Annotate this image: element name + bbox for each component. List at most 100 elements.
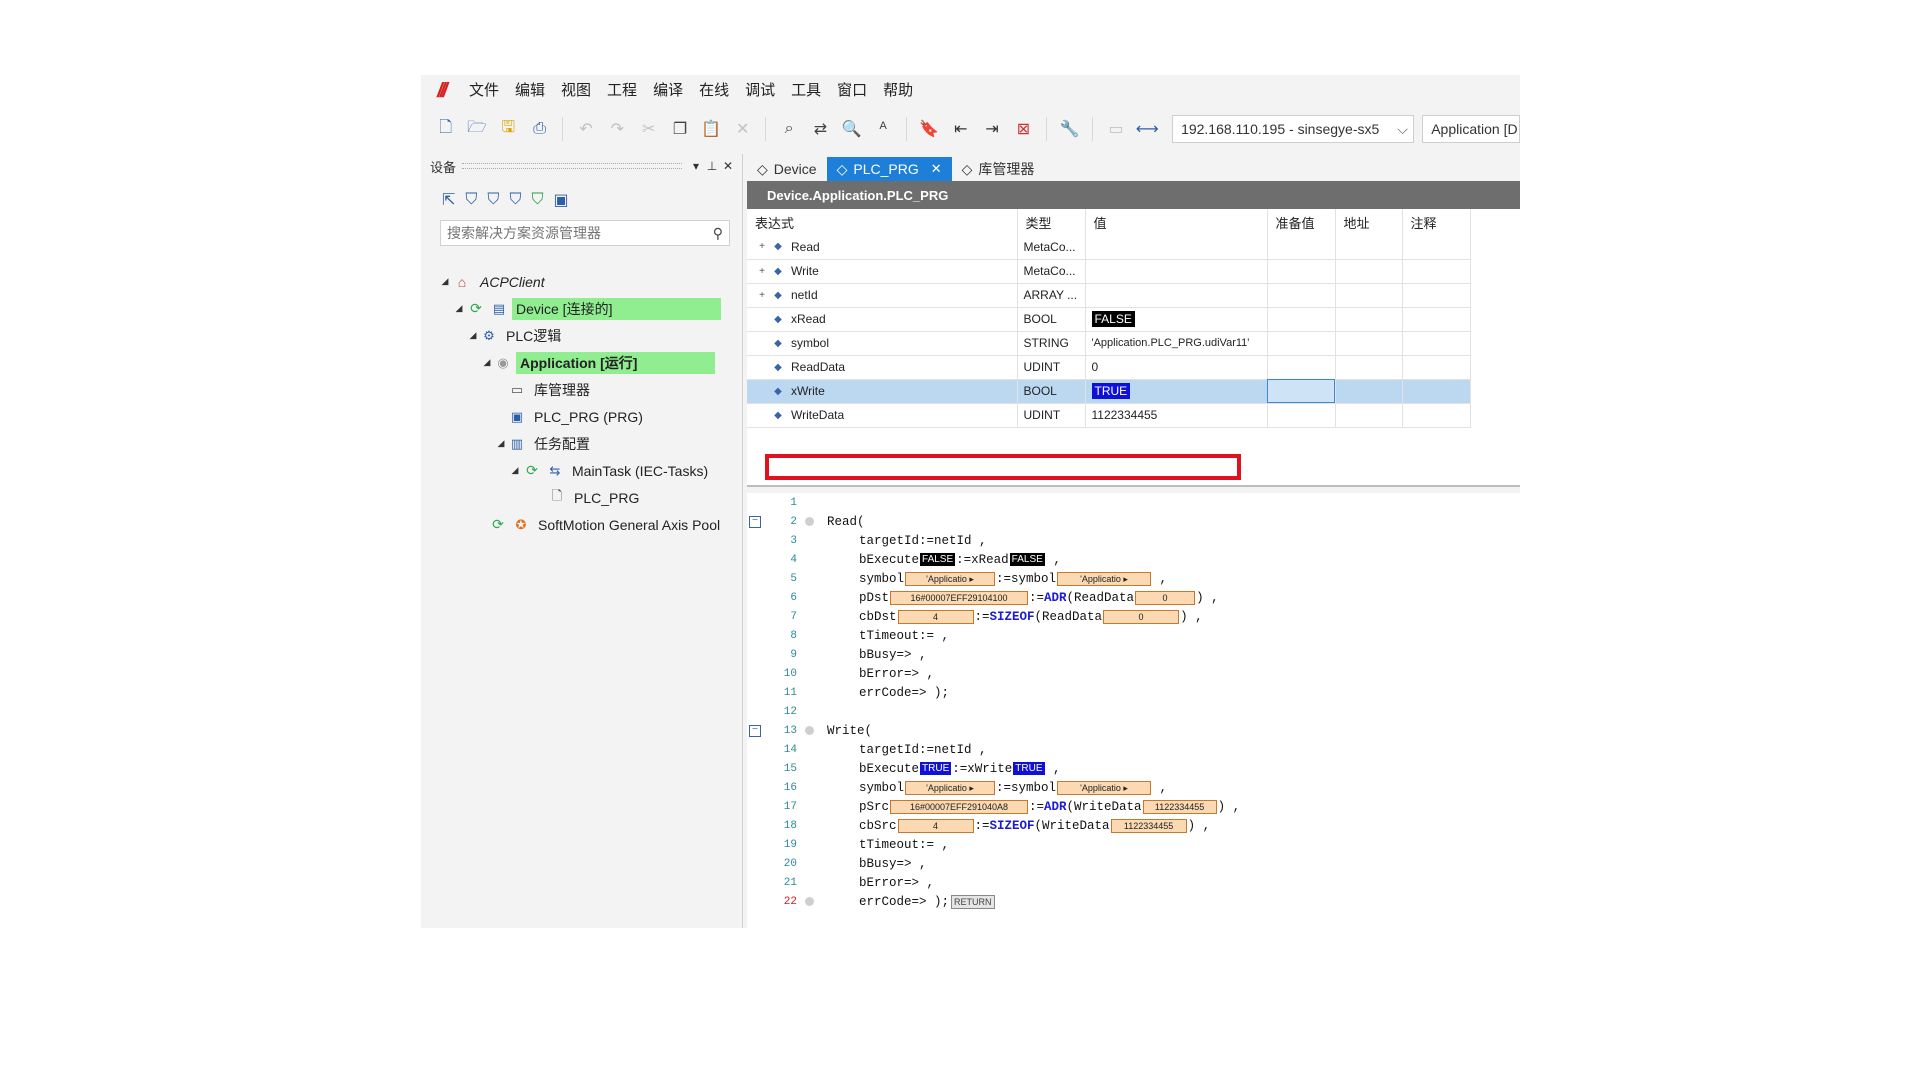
collapse-all-icon[interactable]: ⇱ [442,190,455,210]
menu-build[interactable]: 编译 [645,75,691,107]
expand-plus-icon[interactable]: + [753,266,771,277]
replace-icon[interactable]: ⇄ [808,116,833,142]
next-bookmark-icon[interactable]: ⇥ [979,116,1004,142]
expand-plus-icon[interactable]: + [753,241,771,252]
menu-file[interactable]: 文件 [461,75,507,107]
col-prepared-value[interactable]: 准备值 [1267,209,1336,235]
menu-debug[interactable]: 调试 [737,75,783,107]
prepared-value-cell[interactable] [1267,403,1336,428]
fold-collapse-icon[interactable]: − [749,724,761,737]
col-address[interactable]: 地址 [1335,209,1403,235]
expand-plus-icon[interactable]: + [753,290,771,301]
delete-icon[interactable]: ✕ [730,116,755,142]
save-icon[interactable]: 🖫 [496,116,521,142]
tree-node-library-manager[interactable]: ▭ 库管理器 [424,376,742,403]
filter-devices-icon[interactable]: ⛉ [487,191,499,209]
table-row[interactable]: + ◆ Read MetaCo... [747,235,1471,260]
breakpoint-marker[interactable] [805,517,814,526]
table-row[interactable]: ◆ WriteData UDINT 1122334455 [747,403,1471,428]
new-file-icon[interactable]: 🗋 [433,116,458,142]
menu-project[interactable]: 工程 [599,75,645,107]
panel-grip[interactable] [462,163,682,169]
tab-library-manager[interactable]: ◇ 库管理器 [952,157,1045,181]
application-select[interactable]: Application [D [1422,115,1520,143]
expand-icon[interactable]: ◢ [494,438,508,449]
col-value[interactable]: 值 [1085,209,1268,235]
table-row-selected[interactable]: ◆ xWrite BOOL TRUE [747,379,1471,404]
tree-node-plc-prg[interactable]: ▣ PLC_PRG (PRG) [424,403,742,430]
solution-search[interactable]: ⚲ [440,220,730,246]
menu-window[interactable]: 窗口 [829,75,875,107]
prepared-value-cell[interactable] [1267,283,1336,308]
table-row[interactable]: ◆ symbol STRING 'Application.PLC_PRG.udiV… [747,331,1471,356]
tree-node-task-plc-prg[interactable]: 🗋 PLC_PRG [424,484,742,511]
prepared-value-cell[interactable] [1267,379,1336,404]
find-in-files-icon[interactable]: 🔍 [839,116,864,142]
expand-icon[interactable]: ◢ [438,276,452,287]
tree-node-application[interactable]: ◢ ◉ Application [运行] [424,349,742,376]
filter-tasks-icon[interactable]: ⛉ [531,191,543,209]
col-expression[interactable]: 表达式 [747,209,1018,235]
dropdown-icon[interactable]: ▾ [688,159,704,173]
undo-icon[interactable]: ↶ [573,116,598,142]
close-icon[interactable]: ✕ [931,161,942,177]
options-icon[interactable]: ▣ [553,190,568,210]
value-badge-true: TRUE [1091,383,1131,399]
expand-icon[interactable]: ◢ [466,330,480,341]
tree-node-task-config[interactable]: ◢ ▥ 任务配置 [424,430,742,457]
table-row[interactable]: ◆ xRead BOOL FALSE [747,307,1471,332]
breakpoint-marker[interactable] [805,726,814,735]
tree-node-softmotion[interactable]: ⟳ ✪ SoftMotion General Axis Pool [424,511,742,538]
device-login-icon[interactable]: ▭ [1103,116,1128,142]
print-icon[interactable]: ⎙ [527,116,552,142]
menu-online[interactable]: 在线 [691,75,737,107]
paste-icon[interactable]: 📋 [699,116,724,142]
cut-icon[interactable]: ✂ [636,116,661,142]
menu-view[interactable]: 视图 [553,75,599,107]
copy-icon[interactable]: ❐ [667,116,692,142]
redo-icon[interactable]: ↷ [605,116,630,142]
prepared-value-cell[interactable] [1267,331,1336,356]
table-row[interactable]: + ◆ Write MetaCo... [747,259,1471,284]
tree-node-acpclient[interactable]: ◢ ⌂ ACPClient [424,268,742,295]
menu-edit[interactable]: 编辑 [507,75,553,107]
filter-icon[interactable]: ⛉ [465,191,477,209]
prepared-value-cell[interactable] [1267,307,1336,332]
tab-device[interactable]: ◇ Device [747,157,827,181]
col-type[interactable]: 类型 [1017,209,1086,235]
breakpoint-marker[interactable] [805,897,814,906]
expand-icon[interactable]: ◢ [480,357,494,368]
network-scan-icon[interactable]: ⟷ [1135,116,1160,142]
col-comment[interactable]: 注释 [1402,209,1471,235]
expand-icon[interactable]: ◢ [452,303,466,314]
pin-icon[interactable]: ⊥ [704,159,720,173]
prepared-value-cell[interactable] [1267,355,1336,380]
comment-cell [1402,379,1471,404]
search-icon[interactable]: ⚲ [713,225,723,242]
device-select[interactable]: 192.168.110.195 - sinsegye-sx5 ⌵ [1172,115,1415,143]
code-editor[interactable]: 1 − 2 Read( 3 targetId:=netId , 4 bExecu… [747,493,1520,928]
tree-node-device[interactable]: ◢ ⟳ ▤ Device [连接的] [424,295,742,322]
find-replace-icon[interactable]: ᴬ [870,116,895,142]
expand-icon[interactable]: ◢ [508,465,522,476]
close-icon[interactable]: ✕ [720,159,736,173]
tree-node-plc-logic[interactable]: ◢ ⚙ PLC逻辑 [424,322,742,349]
menu-tools[interactable]: 工具 [783,75,829,107]
find-icon[interactable]: ⌕ [776,116,801,142]
pane-splitter[interactable] [747,485,1520,493]
wrench-icon[interactable]: 🔧 [1057,116,1082,142]
clear-bookmarks-icon[interactable]: ⊠ [1011,116,1036,142]
solution-search-input[interactable] [447,225,713,241]
filter-pou-icon[interactable]: ⛉ [509,191,521,209]
menu-help[interactable]: 帮助 [875,75,921,107]
prev-bookmark-icon[interactable]: ⇤ [948,116,973,142]
table-row[interactable]: + ◆ netId ARRAY ... [747,283,1471,308]
tree-node-maintask[interactable]: ◢ ⟳ ⇆ MainTask (IEC-Tasks) [424,457,742,484]
prepared-value-cell[interactable] [1267,235,1336,260]
table-row[interactable]: ◆ ReadData UDINT 0 [747,355,1471,380]
tab-plc-prg[interactable]: ◇ PLC_PRG ✕ [826,157,952,181]
bookmark-icon[interactable]: 🔖 [917,116,942,142]
open-folder-icon[interactable]: 🗁 [464,116,489,142]
prepared-value-cell[interactable] [1267,259,1336,284]
fold-collapse-icon[interactable]: − [749,515,761,528]
